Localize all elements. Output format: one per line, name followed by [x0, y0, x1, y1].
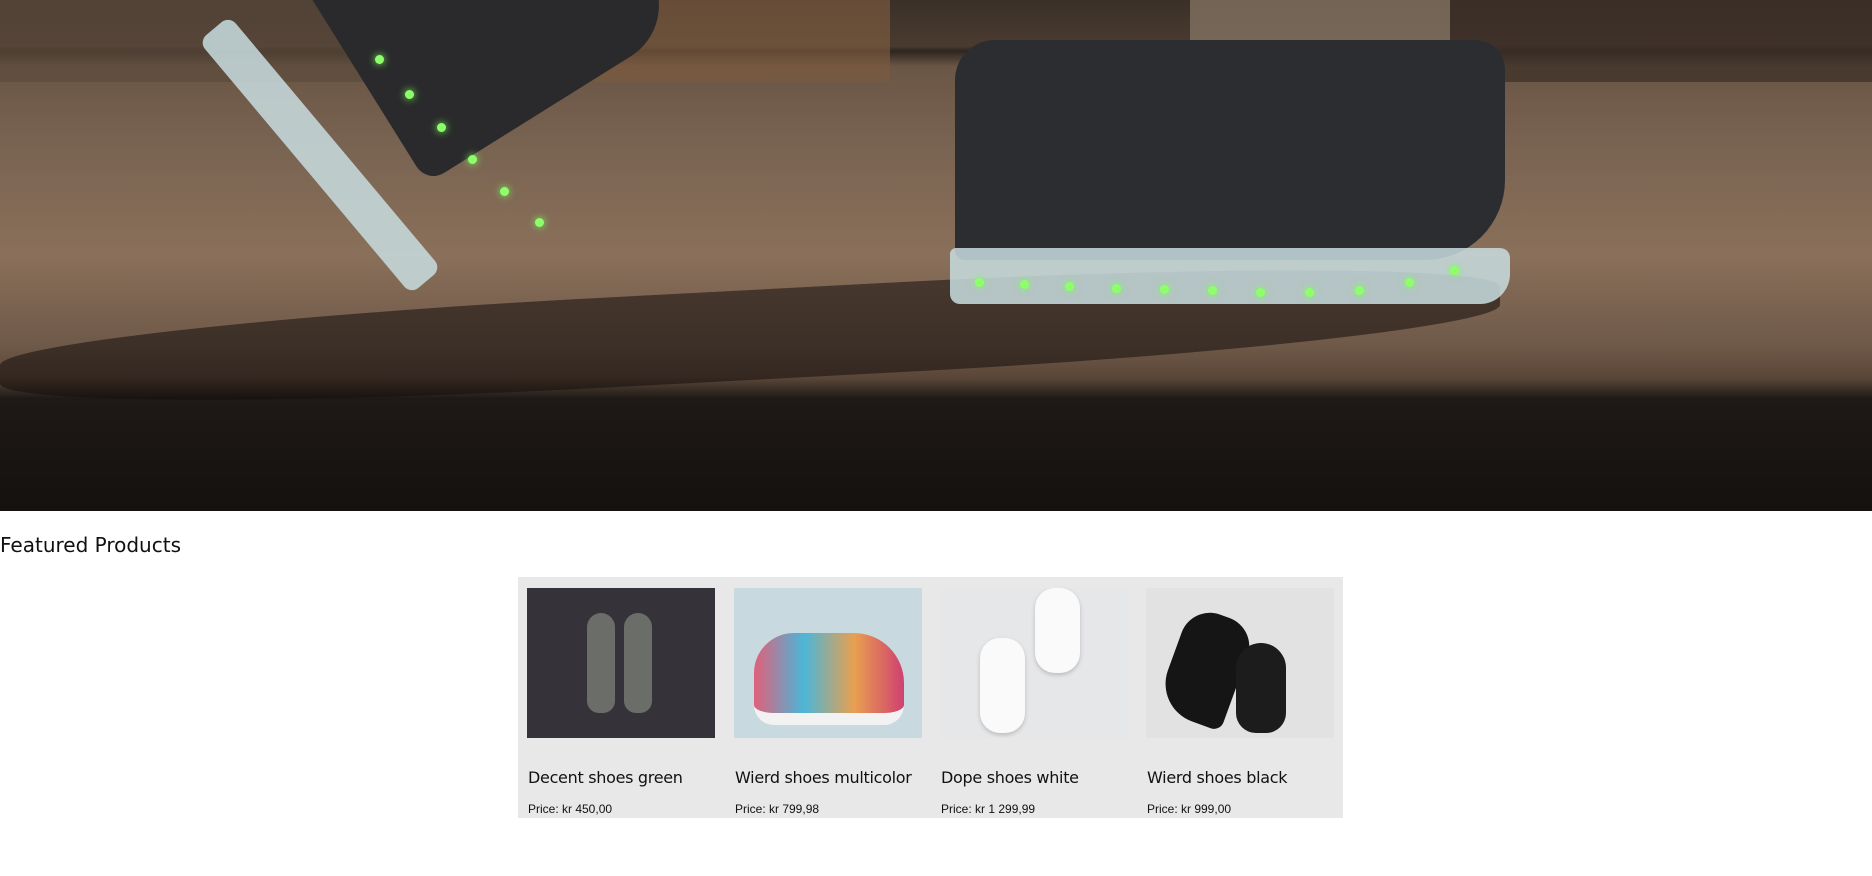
led-light — [1450, 266, 1459, 275]
led-light — [405, 90, 414, 99]
product-title[interactable]: Decent shoes green — [528, 768, 683, 787]
shoe-shape — [624, 613, 652, 713]
background-building — [1450, 0, 1872, 82]
product-card[interactable]: Decent shoes green Price: kr 450,00 — [527, 588, 715, 816]
led-light — [1112, 284, 1121, 293]
product-image[interactable] — [527, 588, 715, 738]
product-card[interactable]: Wierd shoes multicolor Price: kr 799,98 — [734, 588, 922, 816]
product-price: Price: kr 450,00 — [528, 802, 613, 816]
shoe-shape — [587, 613, 615, 713]
product-price: Price: kr 999,00 — [1147, 802, 1232, 816]
led-light — [1256, 288, 1265, 297]
led-light — [1208, 286, 1217, 295]
shoe-shape — [1035, 588, 1080, 673]
led-light — [1065, 282, 1074, 291]
product-price: Price: kr 799,98 — [735, 802, 820, 816]
product-title[interactable]: Wierd shoes black — [1147, 768, 1288, 787]
right-shoe — [955, 40, 1505, 260]
product-title[interactable]: Dope shoes white — [941, 768, 1079, 787]
led-light — [468, 155, 477, 164]
product-image[interactable] — [734, 588, 922, 738]
featured-products-grid: Decent shoes green Price: kr 450,00 Wier… — [518, 577, 1343, 818]
product-image[interactable] — [940, 588, 1128, 738]
led-light — [1020, 280, 1029, 289]
right-shoe-sole — [950, 248, 1510, 304]
product-price: Price: kr 1 299,99 — [941, 802, 1036, 816]
product-image[interactable] — [1146, 588, 1334, 738]
led-light — [437, 123, 446, 132]
shoe-shape — [980, 638, 1025, 733]
product-card[interactable]: Wierd shoes black Price: kr 999,00 — [1146, 588, 1334, 816]
led-light — [535, 218, 544, 227]
hero-banner — [0, 0, 1872, 511]
product-title[interactable]: Wierd shoes multicolor — [735, 768, 912, 787]
shoe-shape — [754, 633, 904, 725]
led-light — [1355, 286, 1364, 295]
led-light — [1305, 288, 1314, 297]
shoe-shape — [1236, 643, 1286, 733]
left-shoe — [300, 0, 682, 184]
led-light — [975, 278, 984, 287]
led-light — [375, 55, 384, 64]
led-light — [500, 187, 509, 196]
featured-products-heading: Featured Products — [0, 533, 181, 557]
product-card[interactable]: Dope shoes white Price: kr 1 299,99 — [940, 588, 1128, 816]
led-light — [1405, 278, 1414, 287]
led-light — [1160, 285, 1169, 294]
